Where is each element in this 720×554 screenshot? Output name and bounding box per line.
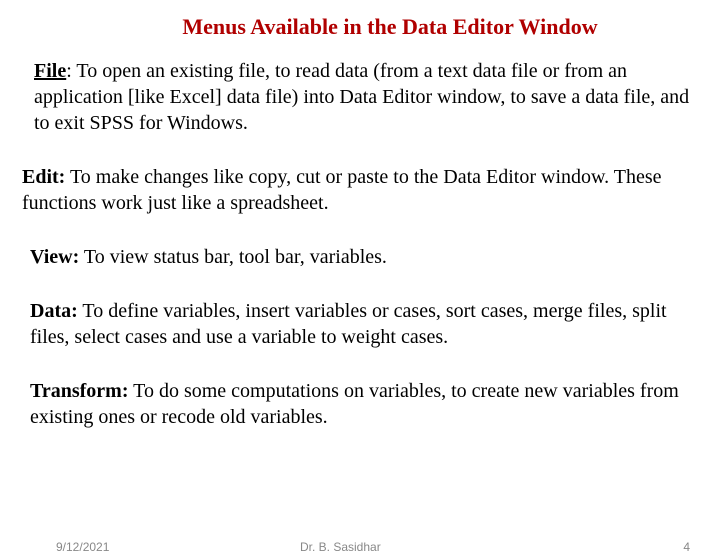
menu-name-transform: Transform: [30, 380, 129, 402]
footer-date: 9/12/2021 [56, 540, 109, 554]
menu-name-file: File [34, 60, 66, 82]
section-data: Data: To define variables, insert variab… [30, 298, 706, 350]
section-edit: Edit: To make changes like copy, cut or … [22, 164, 674, 216]
menu-name-edit: Edit: [22, 166, 65, 188]
menu-name-data: Data: [30, 300, 78, 322]
menu-desc-file: : To open an existing file, to read data… [34, 60, 689, 134]
menu-desc-data: To define variables, insert variables or… [30, 300, 667, 348]
section-file: File: To open an existing file, to read … [34, 58, 694, 136]
section-view: View: To view status bar, tool bar, vari… [30, 244, 690, 270]
footer-page-number: 4 [683, 540, 690, 554]
page-title: Menus Available in the Data Editor Windo… [100, 14, 680, 40]
section-transform: Transform: To do some computations on va… [30, 378, 690, 430]
menu-desc-view: To view status bar, tool bar, variables. [79, 246, 387, 268]
menu-name-view: View: [30, 246, 79, 268]
menu-desc-edit: To make changes like copy, cut or paste … [22, 166, 662, 214]
footer-author: Dr. B. Sasidhar [300, 540, 381, 554]
